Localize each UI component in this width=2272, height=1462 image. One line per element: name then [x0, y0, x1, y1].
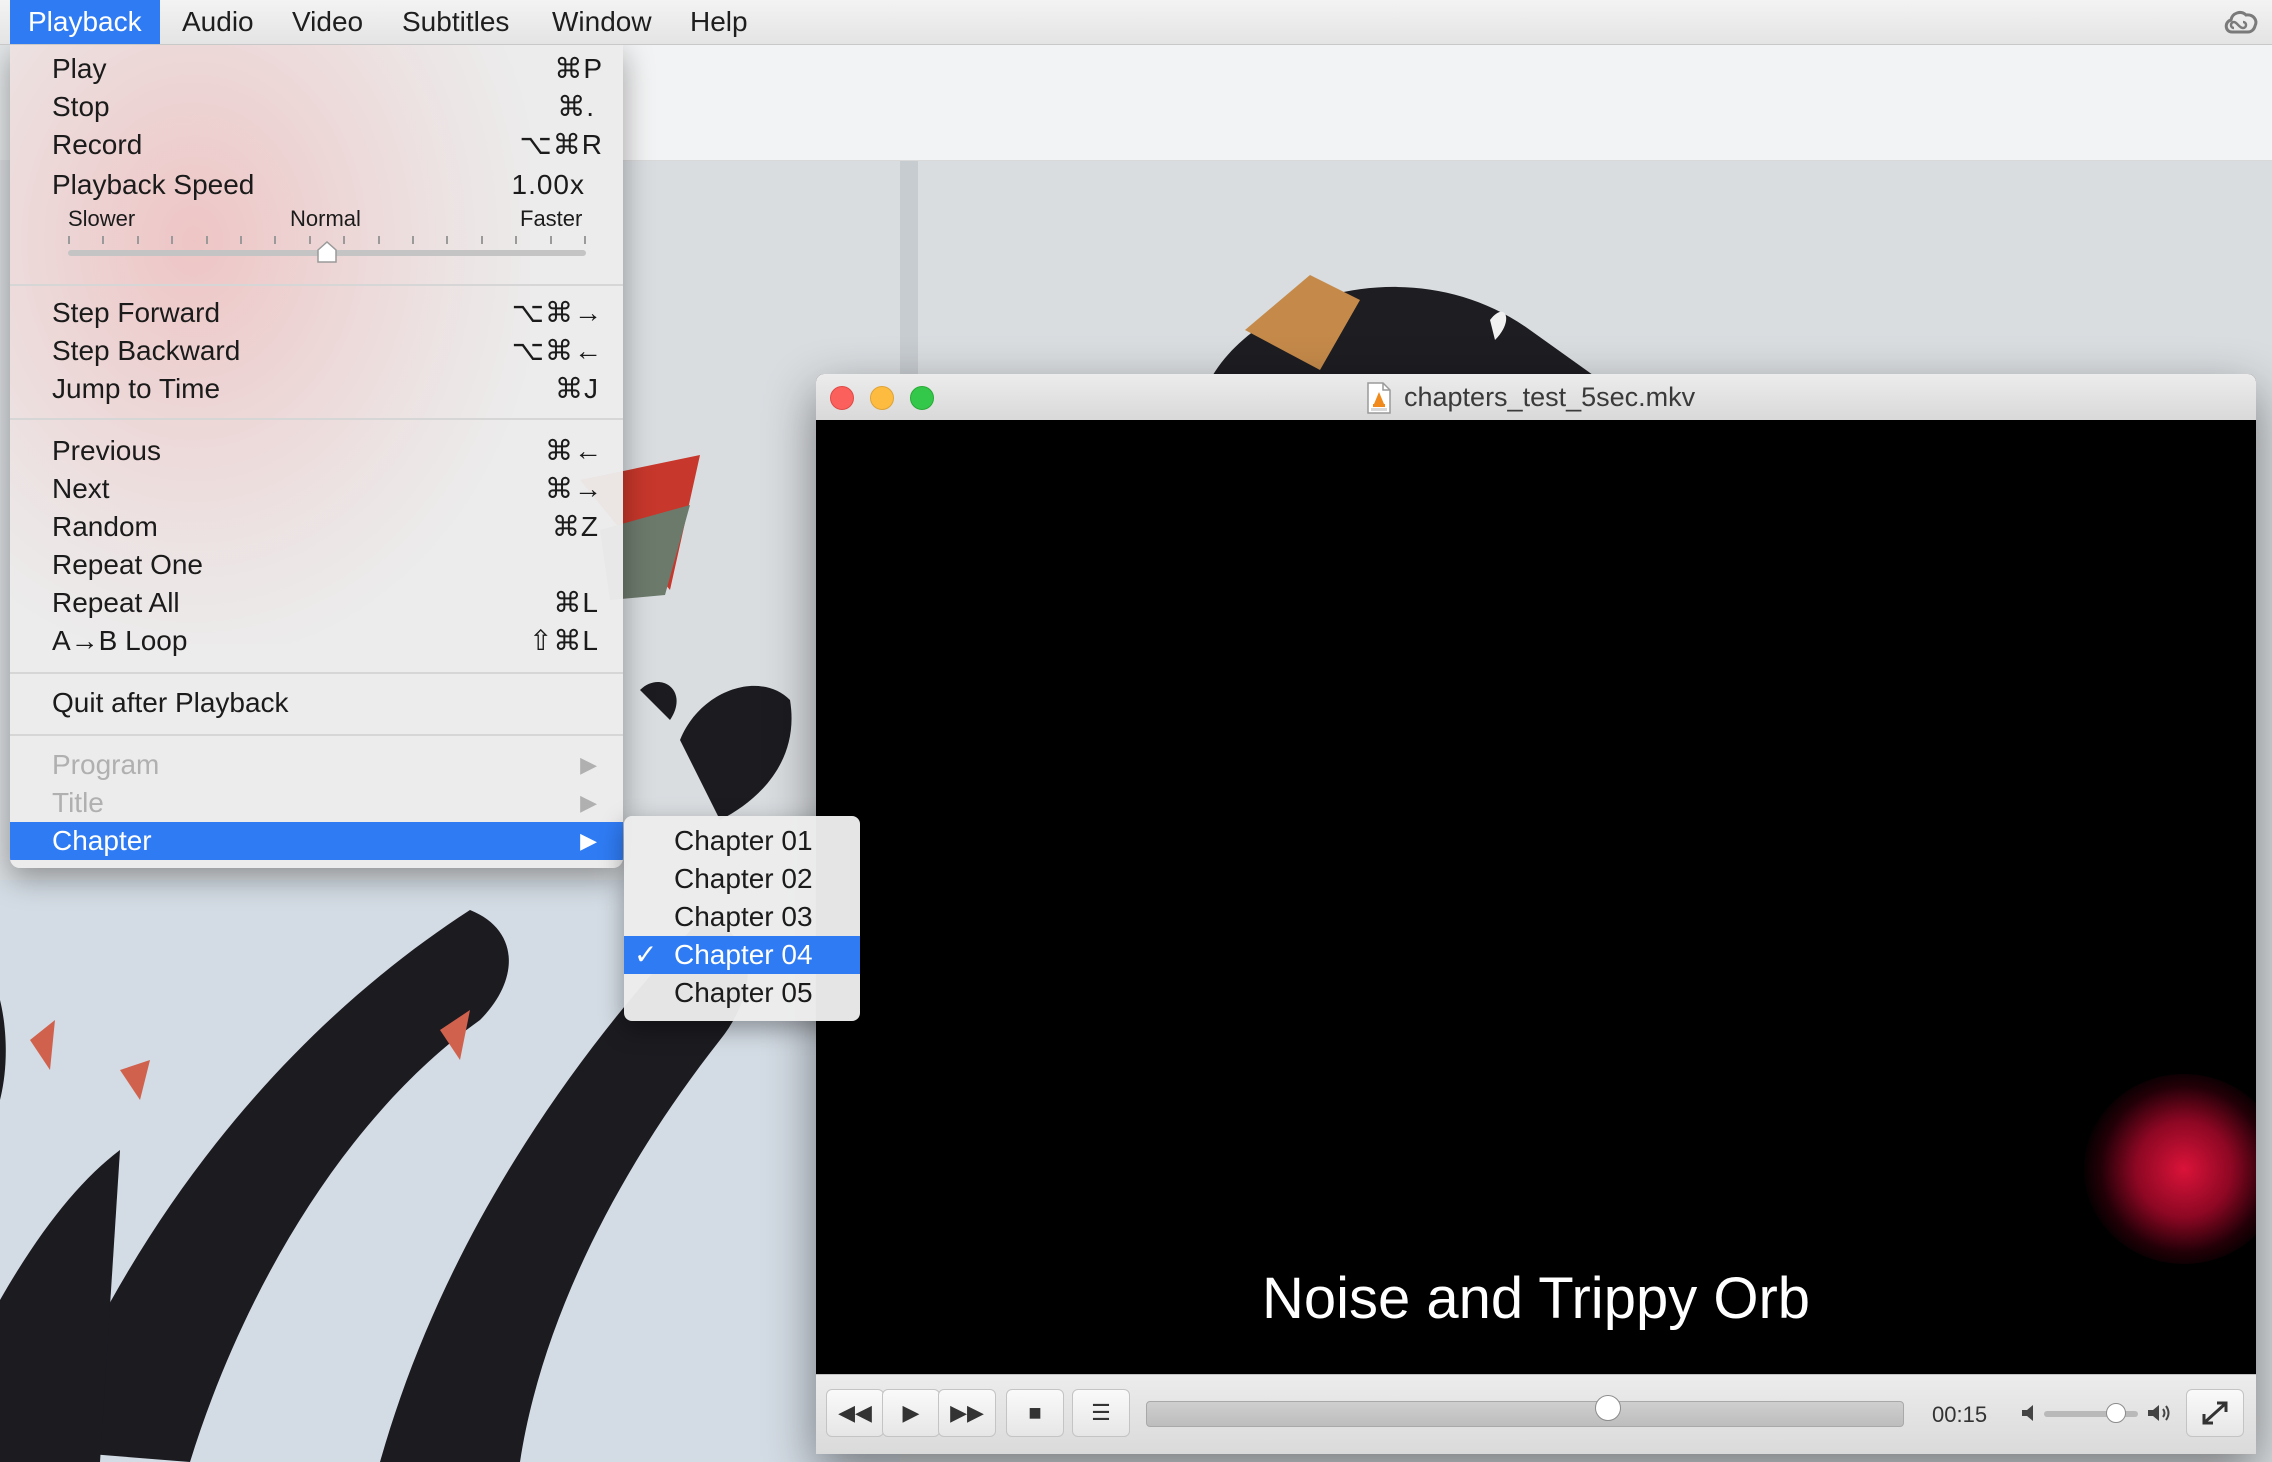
- app-toolbar-strip: [620, 44, 2272, 161]
- menu-playback[interactable]: Playback: [10, 0, 160, 44]
- menu-window[interactable]: Window: [534, 0, 670, 44]
- speed-tick: [550, 236, 552, 244]
- menu-item-next[interactable]: Next ⌘→: [10, 470, 623, 508]
- minimize-button[interactable]: [870, 386, 894, 410]
- menu-separator: [10, 284, 623, 286]
- seek-bar[interactable]: [1146, 1401, 1904, 1427]
- rewind-icon: ◀◀: [838, 1400, 872, 1425]
- volume-low-icon[interactable]: [2020, 1401, 2040, 1425]
- menu-video[interactable]: Video: [274, 0, 381, 44]
- chapter-item-04[interactable]: ✓ Chapter 04: [624, 936, 860, 974]
- fast-forward-button[interactable]: ▶▶: [938, 1389, 996, 1437]
- speed-tick: [412, 236, 414, 244]
- mkv-file-icon: [1367, 382, 1391, 414]
- speed-tick: [515, 236, 517, 244]
- menu-separator: [10, 418, 623, 420]
- submenu-arrow-icon: ▶: [580, 828, 597, 853]
- volume-knob[interactable]: [2105, 1403, 2126, 1423]
- subtitle-text: Noise and Trippy Orb: [1261, 1266, 1811, 1331]
- menu-bar: Playback Audio Video Subtitles Window He…: [0, 0, 2272, 45]
- speed-tick: [102, 236, 104, 244]
- creative-cloud-icon[interactable]: [2222, 6, 2260, 38]
- speed-tick: [206, 236, 208, 244]
- menu-subtitles[interactable]: Subtitles: [384, 0, 527, 44]
- close-button[interactable]: [830, 386, 854, 410]
- menu-audio[interactable]: Audio: [164, 0, 272, 44]
- play-button[interactable]: ▶: [882, 1389, 940, 1437]
- playback-controller: ◀◀ ▶ ▶▶ ■ ☰ 00:15: [816, 1374, 2256, 1454]
- volume-high-icon[interactable]: [2146, 1401, 2174, 1425]
- speed-tick: [343, 236, 345, 244]
- window-titlebar[interactable]: chapters_test_5sec.mkv: [816, 374, 2256, 421]
- speed-tick: [584, 236, 586, 244]
- menu-item-repeat-all[interactable]: Repeat All ⌘L: [10, 584, 623, 622]
- menu-separator: [10, 734, 623, 736]
- fullscreen-icon: [2202, 1401, 2228, 1425]
- playlist-button[interactable]: ☰: [1072, 1389, 1130, 1437]
- menu-separator: [10, 672, 623, 674]
- menu-item-ab-loop[interactable]: A→B Loop ⇧⌘L: [10, 622, 623, 660]
- video-canvas[interactable]: [816, 420, 2256, 1344]
- chapter-item-01[interactable]: Chapter 01: [624, 822, 860, 860]
- checkmark-icon: ✓: [634, 939, 658, 970]
- speed-tick: [446, 236, 448, 244]
- speed-tick: [481, 236, 483, 244]
- menu-item-previous[interactable]: Previous ⌘←: [10, 432, 623, 470]
- playlist-icon: ☰: [1091, 1400, 1111, 1425]
- speed-normal-label: Normal: [290, 206, 361, 231]
- seek-knob[interactable]: [1595, 1395, 1622, 1421]
- speed-slower-label: Slower: [68, 206, 136, 231]
- speed-tick: [274, 236, 276, 244]
- menu-item-random[interactable]: Random ⌘Z: [10, 508, 623, 546]
- menu-item-step-backward[interactable]: Step Backward ⌥⌘←: [10, 332, 623, 370]
- trippy-orb: [2084, 1074, 2256, 1264]
- menu-item-program: Program ▶: [10, 746, 623, 784]
- speed-tick: [309, 236, 311, 244]
- menu-item-step-forward[interactable]: Step Forward ⌥⌘→: [10, 294, 623, 332]
- playback-menu: Play ⌘P Stop ⌘. Record ⌥⌘R Playback Speed 1.…: [10, 44, 623, 868]
- fullscreen-button[interactable]: [2186, 1389, 2244, 1437]
- play-icon: ▶: [902, 1400, 920, 1425]
- fast-forward-icon: ▶▶: [950, 1400, 984, 1425]
- speed-tick: [240, 236, 242, 244]
- submenu-arrow-icon: ▶: [580, 752, 597, 777]
- window-title: chapters_test_5sec.mkv: [1404, 382, 1696, 412]
- time-display[interactable]: 00:15: [1932, 1375, 1987, 1454]
- menu-item-chapter[interactable]: Chapter ▶: [10, 822, 623, 860]
- menu-item-record[interactable]: Record ⌥⌘R: [10, 126, 623, 164]
- speed-tick: [137, 236, 139, 244]
- video-window: chapters_test_5sec.mkv Noise and Trippy …: [816, 374, 2256, 1454]
- menu-item-quit-after-playback[interactable]: Quit after Playback: [10, 684, 623, 722]
- rewind-button[interactable]: ◀◀: [826, 1389, 884, 1437]
- zoom-button[interactable]: [910, 386, 934, 410]
- speed-tick: [68, 236, 70, 244]
- chapter-item-05[interactable]: Chapter 05: [624, 974, 860, 1012]
- speed-slider-knob[interactable]: [316, 240, 338, 264]
- menu-item-title: Title ▶: [10, 784, 623, 822]
- menu-item-playback-speed: Playback Speed 1.00x: [52, 169, 585, 200]
- menu-item-jump-to-time[interactable]: Jump to Time ⌘J: [10, 370, 623, 408]
- chapter-submenu: Chapter 01 Chapter 02 Chapter 03 ✓ Chapt…: [624, 816, 860, 1021]
- chapter-item-02[interactable]: Chapter 02: [624, 860, 860, 898]
- menu-item-repeat-one[interactable]: Repeat One: [10, 546, 623, 584]
- speed-faster-label: Faster: [520, 206, 583, 231]
- stop-button[interactable]: ■: [1006, 1389, 1064, 1437]
- speed-tick: [171, 236, 173, 244]
- menu-item-stop[interactable]: Stop ⌘.: [10, 88, 623, 126]
- submenu-arrow-icon: ▶: [580, 790, 597, 815]
- speed-tick: [378, 236, 380, 244]
- chapter-item-03[interactable]: Chapter 03: [624, 898, 860, 936]
- menu-item-play[interactable]: Play ⌘P: [10, 50, 623, 88]
- menu-help[interactable]: Help: [672, 0, 766, 44]
- stop-icon: ■: [1028, 1400, 1042, 1425]
